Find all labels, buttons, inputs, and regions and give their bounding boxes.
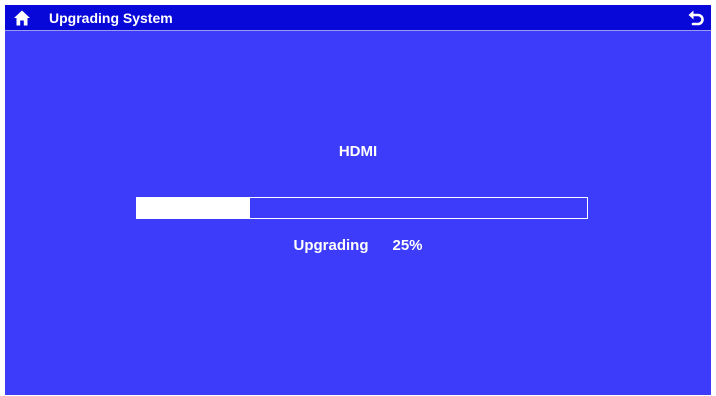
progress-percent-text: 25% — [392, 237, 423, 254]
home-icon[interactable] — [13, 9, 31, 27]
page-title: Upgrading System — [49, 10, 173, 26]
upgrade-screen: Upgrading System HDMI Upgrading 25% — [5, 5, 711, 395]
status-row: Upgrading 25% — [5, 237, 711, 255]
status-label: Upgrading — [293, 237, 369, 254]
progress-fill — [137, 198, 250, 218]
upgrade-progress-bar — [136, 197, 588, 219]
source-label: HDMI — [338, 143, 378, 160]
back-arrow-icon[interactable] — [687, 9, 705, 27]
title-bar: Upgrading System — [5, 5, 711, 31]
